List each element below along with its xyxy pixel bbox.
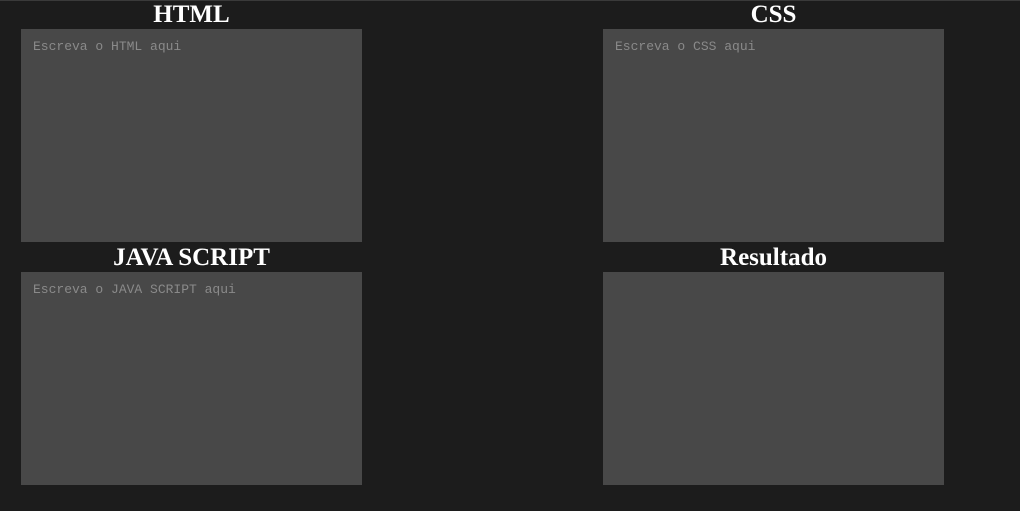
result-panel: Resultado bbox=[603, 244, 944, 485]
css-panel-title: CSS bbox=[750, 1, 797, 28]
html-panel-title: HTML bbox=[153, 1, 230, 28]
js-editor[interactable] bbox=[21, 272, 362, 485]
result-frame[interactable] bbox=[603, 272, 944, 485]
css-panel: CSS bbox=[603, 1, 944, 242]
js-panel: JAVA SCRIPT bbox=[21, 244, 362, 485]
result-panel-title: Resultado bbox=[720, 244, 827, 271]
html-panel: HTML bbox=[21, 1, 362, 242]
js-panel-title: JAVA SCRIPT bbox=[113, 244, 270, 271]
css-editor[interactable] bbox=[603, 29, 944, 242]
html-editor[interactable] bbox=[21, 29, 362, 242]
